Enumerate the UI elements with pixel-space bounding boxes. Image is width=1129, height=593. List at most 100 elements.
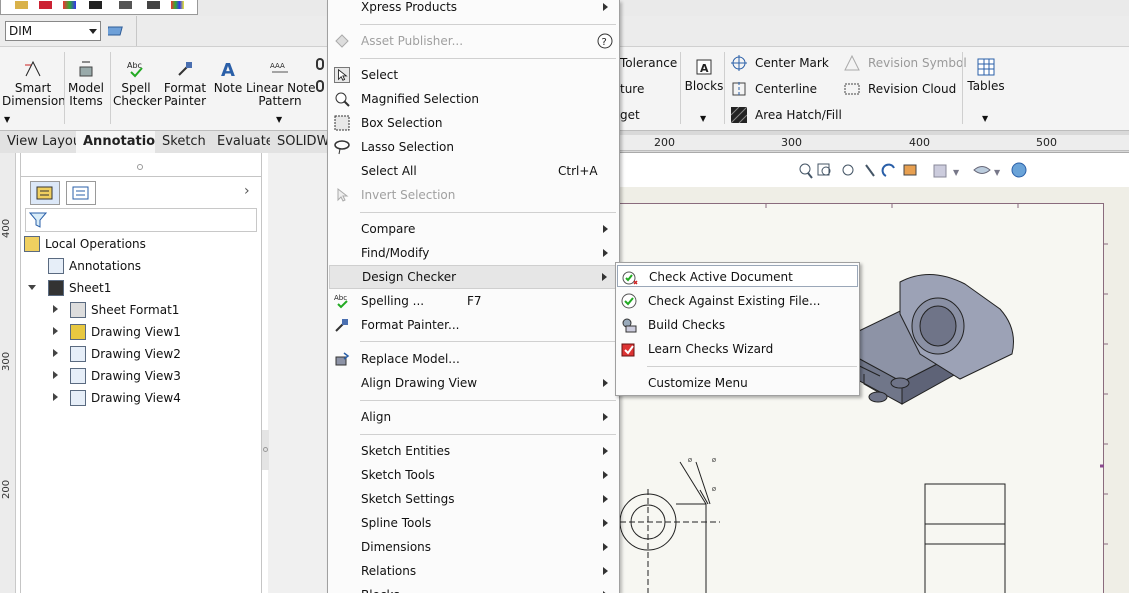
zoom-to-fit-icon[interactable] bbox=[799, 163, 813, 179]
previous-view-icon[interactable] bbox=[842, 164, 854, 176]
rotate-icon[interactable] bbox=[881, 163, 895, 177]
chevron-down-icon[interactable]: ▼ bbox=[700, 114, 706, 123]
submenu-item-check-active-document[interactable]: Check Active Document bbox=[617, 265, 858, 287]
menu-item-replace-model[interactable]: Replace Model... bbox=[329, 348, 618, 370]
menu-item-sketch-tools[interactable]: Sketch Tools bbox=[329, 464, 618, 486]
layer-properties-icon[interactable] bbox=[108, 24, 126, 38]
menu-item-box-selection[interactable]: Box Selection bbox=[329, 112, 618, 134]
datum-feature-button[interactable]: ture bbox=[620, 80, 644, 98]
pencil-icon[interactable] bbox=[15, 1, 28, 9]
menu-item-shortcut: F7 bbox=[467, 294, 482, 308]
centerline-button[interactable]: Centerline bbox=[731, 80, 817, 98]
feature-manager-tab[interactable] bbox=[30, 181, 60, 205]
view-settings-icon[interactable] bbox=[903, 164, 917, 176]
menu-item-invert-selection[interactable]: Invert Selection bbox=[329, 184, 618, 206]
color-icon[interactable] bbox=[39, 1, 52, 9]
blocks-button[interactable]: A Blocks bbox=[684, 57, 724, 93]
expand-icon[interactable] bbox=[53, 327, 58, 335]
menu-item-relations[interactable]: Relations bbox=[329, 560, 618, 582]
menu-item-dimensions[interactable]: Dimensions bbox=[329, 536, 618, 558]
side-view[interactable] bbox=[924, 483, 1006, 593]
help-icon[interactable]: ? bbox=[597, 33, 613, 49]
tree-item-drawing-view1[interactable]: Drawing View1 bbox=[70, 322, 181, 342]
tolerance-button[interactable]: Tolerance bbox=[620, 54, 677, 72]
datum-target-button[interactable]: get bbox=[620, 106, 640, 124]
balloon-icons[interactable] bbox=[316, 56, 326, 106]
asset-publisher-icon bbox=[335, 34, 349, 48]
tab-sketch[interactable]: Sketch bbox=[155, 131, 214, 153]
submenu-item-learn-checks-wizard[interactable]: Learn Checks Wizard bbox=[617, 338, 858, 360]
menu-item-blocks[interactable]: Blocks bbox=[329, 584, 618, 593]
spell-checker-label: Spell Checker bbox=[113, 81, 162, 108]
chevron-down-icon[interactable]: ▼ bbox=[276, 115, 282, 124]
revision-symbol-button[interactable]: Revision Symbol bbox=[844, 54, 967, 72]
menu-item-magnified-selection[interactable]: Magnified Selection bbox=[329, 88, 618, 110]
menu-item-asset-publisher[interactable]: Asset Publisher... ? bbox=[329, 30, 618, 52]
svg-text:Abc: Abc bbox=[127, 61, 142, 70]
menu-item-align-drawing-view[interactable]: Align Drawing View bbox=[329, 372, 618, 394]
expand-icon[interactable] bbox=[53, 371, 58, 379]
submenu-item-customize-menu[interactable]: Customize Menu bbox=[617, 372, 858, 394]
tree-filter[interactable] bbox=[25, 208, 257, 232]
tree-item-drawing-view3[interactable]: Drawing View3 bbox=[70, 366, 181, 386]
panel-splitter[interactable] bbox=[262, 430, 269, 470]
line-weight-icon[interactable] bbox=[89, 1, 102, 9]
chevron-right-icon[interactable]: › bbox=[244, 183, 250, 199]
spell-checker-button[interactable]: Abc Spell Checker bbox=[113, 59, 162, 108]
menu-item-format-painter[interactable]: Format Painter... bbox=[329, 314, 618, 336]
center-mark-button[interactable]: Center Mark bbox=[731, 54, 829, 72]
line-style-icon[interactable] bbox=[119, 1, 132, 9]
menu-item-label: Box Selection bbox=[361, 116, 443, 130]
appearance-icon[interactable] bbox=[1011, 162, 1027, 178]
tree-item-sheet1[interactable]: Sheet1 bbox=[48, 278, 111, 298]
submenu-item-build-checks[interactable]: Build Checks bbox=[617, 314, 858, 336]
tree-item-sheet-format1[interactable]: Sheet Format1 bbox=[70, 300, 179, 320]
tables-button[interactable]: Tables bbox=[966, 57, 1006, 93]
lasso-icon bbox=[334, 140, 350, 155]
chevron-down-icon[interactable]: ▼ bbox=[4, 115, 10, 124]
menu-item-spelling[interactable]: Abc Spelling ... F7 bbox=[329, 290, 618, 312]
menu-item-label: Xpress Products bbox=[361, 0, 458, 14]
hide-show-icon[interactable] bbox=[147, 1, 160, 9]
menu-item-compare[interactable]: Compare bbox=[329, 218, 618, 240]
menu-item-lasso-selection[interactable]: Lasso Selection bbox=[329, 136, 618, 158]
tree-item-drawing-view2[interactable]: Drawing View2 bbox=[70, 344, 181, 364]
menu-item-find-modify[interactable]: Find/Modify bbox=[329, 242, 618, 264]
area-hatch-button[interactable]: Area Hatch/Fill bbox=[731, 106, 842, 124]
panel-grip[interactable] bbox=[137, 164, 143, 170]
expand-icon[interactable] bbox=[53, 393, 58, 401]
note-button[interactable]: A Note bbox=[211, 59, 245, 95]
tree-item-annotations[interactable]: Annotations bbox=[48, 256, 141, 276]
expand-icon[interactable] bbox=[53, 349, 58, 357]
menu-item-xpress-products[interactable]: Xpress Products bbox=[329, 0, 618, 18]
hide-show-items-icon[interactable] bbox=[973, 166, 991, 174]
check-against-file-icon bbox=[621, 293, 637, 309]
zoom-to-area-icon[interactable] bbox=[817, 163, 831, 176]
smart-dimension-button[interactable]: Smart Dimension bbox=[2, 59, 66, 108]
layer-combo[interactable]: DIM bbox=[5, 21, 101, 41]
chevron-down-icon[interactable]: ▼ bbox=[982, 114, 988, 123]
model-items-button[interactable]: Model Items bbox=[66, 59, 106, 108]
display-style-icon[interactable] bbox=[933, 164, 947, 178]
linear-note-pattern-button[interactable]: AAA Linear Note Pattern bbox=[246, 59, 316, 108]
menu-item-select-all[interactable]: Select All Ctrl+A bbox=[329, 160, 618, 182]
tree-item-local-operations[interactable]: Local Operations bbox=[24, 234, 146, 254]
menu-item-sketch-settings[interactable]: Sketch Settings bbox=[329, 488, 618, 510]
menu-item-sketch-entities[interactable]: Sketch Entities bbox=[329, 440, 618, 462]
layer-color-icon[interactable] bbox=[171, 1, 184, 9]
menu-item-align[interactable]: Align bbox=[329, 406, 618, 428]
revision-cloud-button[interactable]: Revision Cloud bbox=[844, 80, 956, 98]
menu-item-select[interactable]: Select bbox=[329, 64, 618, 86]
format-painter-button[interactable]: Format Painter bbox=[162, 59, 208, 108]
tree-item-drawing-view4[interactable]: Drawing View4 bbox=[70, 388, 181, 408]
collapse-icon[interactable] bbox=[28, 285, 36, 290]
expand-icon[interactable] bbox=[53, 305, 58, 313]
menu-item-spline-tools[interactable]: Spline Tools bbox=[329, 512, 618, 534]
tab-label: Evaluate bbox=[217, 134, 274, 149]
menu-item-design-checker[interactable]: Design Checker bbox=[329, 265, 618, 289]
pan-icon[interactable] bbox=[865, 164, 875, 177]
palette-icon[interactable] bbox=[63, 1, 76, 9]
property-manager-tab[interactable] bbox=[66, 181, 96, 205]
front-view[interactable]: Ø Ø Ø bbox=[620, 457, 720, 593]
submenu-item-check-against-existing-file[interactable]: Check Against Existing File... bbox=[617, 290, 858, 312]
